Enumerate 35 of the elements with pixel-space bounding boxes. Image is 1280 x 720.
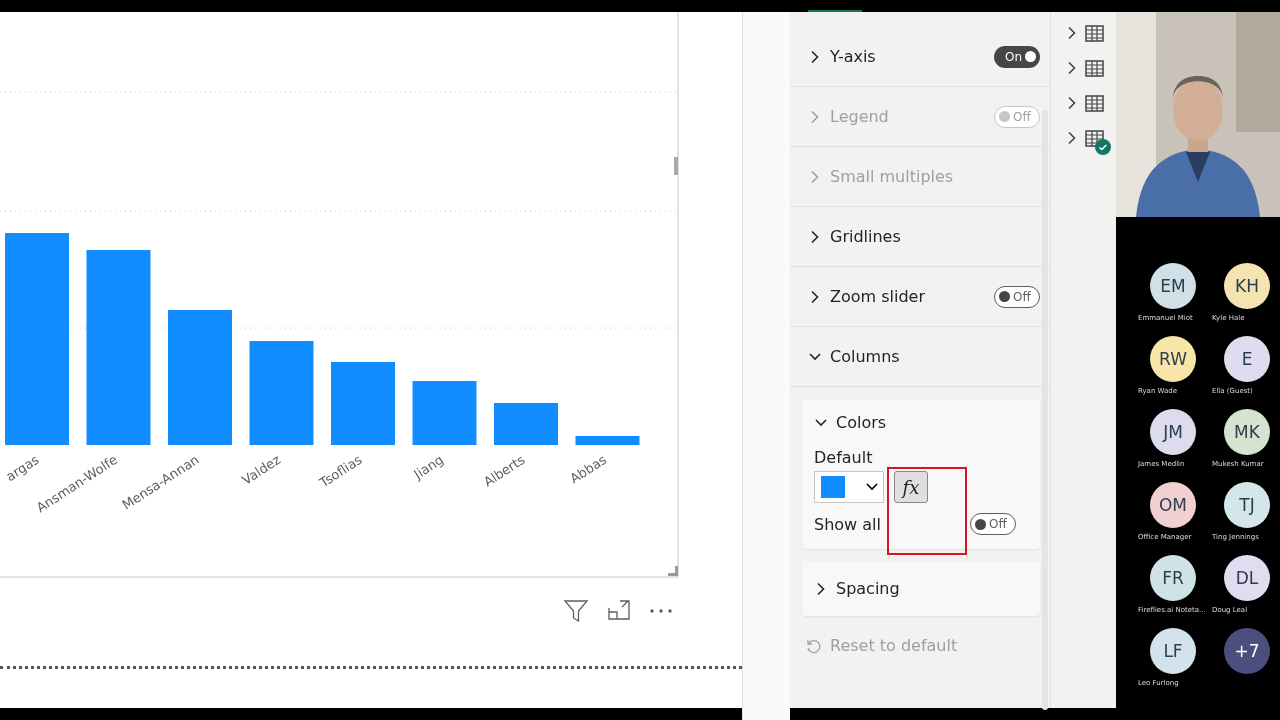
- bar: [575, 436, 640, 445]
- participant-avatar[interactable]: DL: [1224, 555, 1270, 601]
- card-title: Spacing: [836, 579, 900, 598]
- table-icon: [1085, 129, 1104, 147]
- bar: [412, 381, 477, 445]
- toggle-switch[interactable]: On: [994, 45, 1040, 68]
- participant-avatar[interactable]: FR: [1150, 555, 1196, 601]
- active-tab-indicator: [808, 10, 862, 12]
- color-picker[interactable]: [814, 471, 884, 503]
- resize-handle[interactable]: [674, 157, 678, 175]
- participant-avatar[interactable]: +7: [1224, 628, 1270, 674]
- participant-avatar[interactable]: MK: [1224, 409, 1270, 455]
- participant-avatar[interactable]: OM: [1150, 482, 1196, 528]
- filter-icon[interactable]: [564, 600, 588, 622]
- scrollbar[interactable]: [1042, 110, 1048, 710]
- field-label: Show all: [814, 514, 881, 534]
- card-title: Colors: [836, 413, 887, 432]
- spacing-card[interactable]: Spacing: [802, 561, 1040, 616]
- toggle-switch[interactable]: Off: [970, 513, 1016, 535]
- field-label: Default: [814, 448, 873, 467]
- focus-mode-icon[interactable]: [608, 600, 630, 620]
- participant-avatar[interactable]: KH: [1224, 263, 1270, 309]
- participant-avatar[interactable]: JM: [1150, 409, 1196, 455]
- fx-button[interactable]: fx: [894, 471, 928, 503]
- bar: [494, 403, 558, 445]
- participant-avatar[interactable]: E: [1224, 336, 1270, 382]
- format-section[interactable]: Y-axis On: [790, 27, 1050, 87]
- participant-avatar[interactable]: LF: [1150, 628, 1196, 674]
- participant-avatar[interactable]: TJ: [1224, 482, 1270, 528]
- participant-avatar[interactable]: RW: [1150, 336, 1196, 382]
- toggle-switch[interactable]: Off: [994, 285, 1040, 308]
- more-options-icon[interactable]: [650, 609, 672, 613]
- reset-icon: [806, 637, 822, 654]
- resize-handle[interactable]: [668, 566, 678, 576]
- participant-avatar[interactable]: EM: [1150, 263, 1196, 309]
